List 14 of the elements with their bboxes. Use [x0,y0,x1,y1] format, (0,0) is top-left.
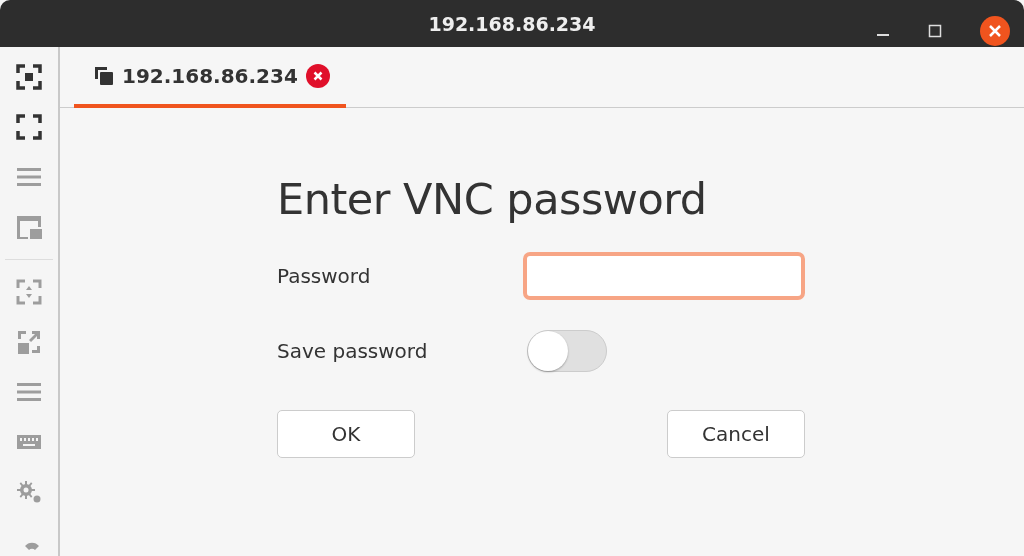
maximize-icon[interactable] [928,24,942,38]
password-label: Password [277,264,371,288]
connection-tab[interactable]: 192.168.86.234 [74,47,346,108]
fit-icon[interactable] [15,63,43,91]
windows-icon [94,65,114,86]
window-title: 192.168.86.234 [428,12,596,35]
ok-button[interactable]: OK [277,410,415,458]
dialog-heading: Enter VNC password [277,174,708,224]
cancel-button[interactable]: Cancel [667,410,805,458]
password-field[interactable] [523,252,805,300]
save-password-switch[interactable] [527,330,607,372]
save-password-label: Save password [277,339,428,363]
close-icon[interactable] [980,16,1010,46]
fullscreen-icon[interactable] [15,113,43,141]
